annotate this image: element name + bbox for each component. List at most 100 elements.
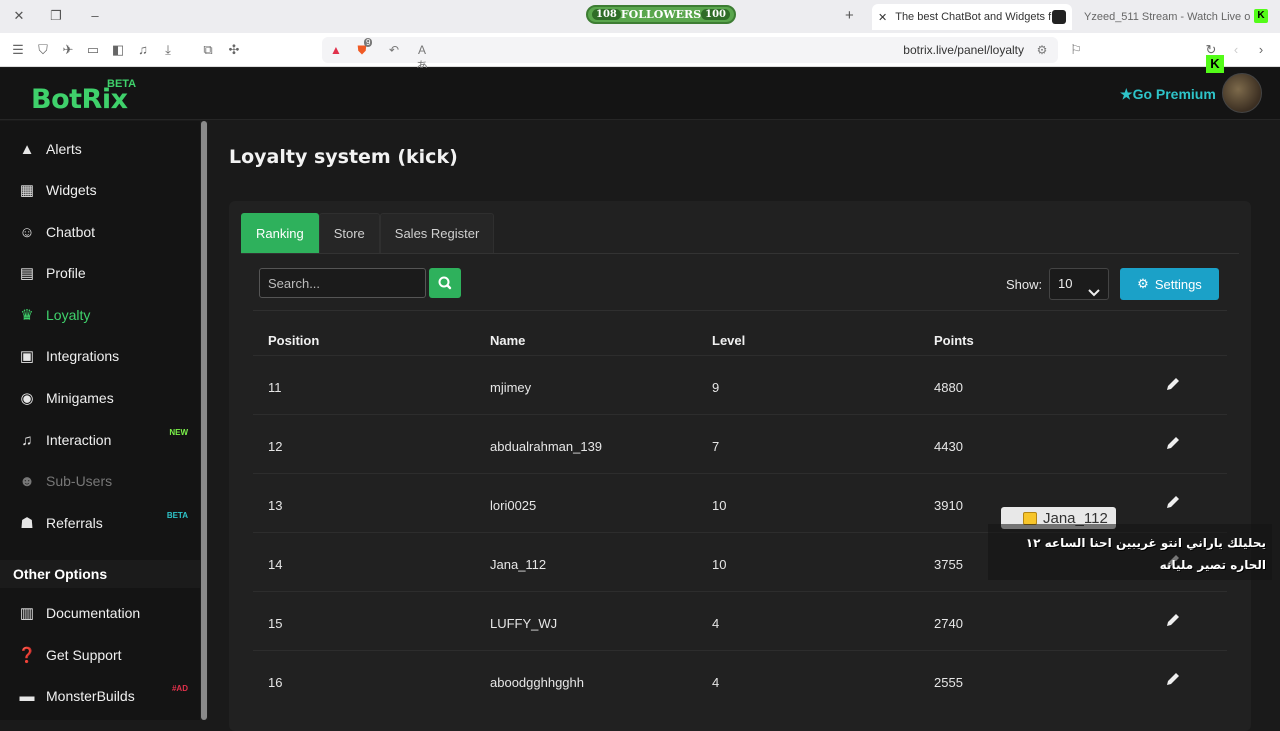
download-icon[interactable]: ⤓ [160,42,176,58]
bookmark-icon[interactable]: ⚐ [1068,42,1084,58]
page-title: Loyalty system (kick) [229,146,458,168]
sidebar-item-referrals[interactable]: ☗ Referrals BETA [0,503,200,543]
column-header-points[interactable]: Points [934,333,974,348]
sidebar-item-minigames[interactable]: ◉ Minigames [0,378,200,418]
table-row: 12 abdualrahman_139 7 4430 [253,414,1227,473]
minimize-window-icon[interactable]: – [86,7,104,25]
triangle-icon[interactable]: ▲ [328,42,344,58]
cell-name: LUFFY_WJ [490,616,558,631]
cell-position: 16 [268,675,283,690]
user-avatar[interactable] [1222,73,1262,113]
cell-level: 10 [712,498,727,513]
page-size-select[interactable]: 10 [1049,268,1109,300]
followers-counter: 108 FOLLOWERS 100 [586,5,736,24]
cell-name: aboodgghhgghh [490,675,584,690]
column-header-position[interactable]: Position [268,333,319,348]
sidebar-item-label: MonsterBuilds [46,688,135,704]
integrations-icon: ▣ [19,348,35,365]
sidebar-item-label: Interaction [46,432,112,448]
search-input[interactable] [259,268,426,298]
sidebar-item-interaction[interactable]: ♫ Interaction NEW [0,420,200,460]
sidebar-item-get-support[interactable]: ❓ Get Support [0,635,200,675]
browser-tabbar: ✕ ❐ – 108 FOLLOWERS 100 + ✕ The best Cha… [0,0,1280,33]
profile-icon: ▤ [19,265,35,282]
cell-position: 12 [268,439,283,454]
extensions-icon[interactable]: ✣ [226,42,242,58]
sidebar-item-integrations[interactable]: ▣ Integrations [0,336,200,376]
sidebar-item-monsterbuilds[interactable]: ▬ MonsterBuilds #AD [0,676,200,716]
sidebar-item-alerts[interactable]: ▲ Alerts [0,129,200,169]
sidebar-item-label: Profile [46,265,86,281]
new-badge: NEW [169,428,188,437]
tab-sales-register[interactable]: Sales Register [379,213,495,253]
sidebar-item-label: Widgets [46,182,97,198]
other-options-heading: Other Options [0,560,200,588]
edit-pencil-icon[interactable] [1163,374,1183,394]
close-tab-icon[interactable]: ✕ [878,11,887,24]
menu-icon[interactable]: ☰ [10,42,26,58]
cell-level: 10 [712,557,727,572]
back-icon[interactable]: ‹ [1228,42,1244,58]
kick-favicon-icon: K [1254,9,1268,23]
kick-badge-icon: K [1206,55,1224,73]
back-history-icon[interactable]: ↶ [386,42,402,58]
sidebar-item-label: Documentation [46,605,141,621]
pin-icon[interactable]: ✈ [60,42,76,58]
sidebar-item-widgets[interactable]: ▦ Widgets [0,170,200,210]
edit-pencil-icon[interactable] [1163,669,1183,689]
chevron-down-icon [1088,279,1100,309]
restore-window-icon[interactable]: ❐ [47,7,65,25]
settings-button[interactable]: ⚙ Settings [1120,268,1219,300]
wallet-icon[interactable]: ▭ [85,42,101,58]
forward-icon[interactable]: › [1253,42,1269,58]
cell-position: 13 [268,498,283,513]
cell-level: 4 [712,675,720,690]
loyalty-tabs: Ranking Store Sales Register [241,213,495,253]
music-icon: ♫ [21,431,33,449]
users-icon: ☻ [19,472,35,490]
sidebar-item-profile[interactable]: ▤ Profile [0,253,200,293]
star-icon: ★ [1120,86,1133,102]
table-row: 16 aboodgghhgghh 4 2555 [253,650,1227,709]
screenshot-icon[interactable]: ⧉ [200,42,216,58]
tabs-divider [241,253,1239,254]
site-settings-icon[interactable]: ⚙ [1034,42,1050,58]
main-content: Loyalty system (kick) Ranking Store Sale… [208,121,1280,731]
edit-pencil-icon[interactable] [1163,610,1183,630]
cell-points: 3910 [934,498,963,513]
search-button[interactable] [429,268,461,298]
sidebar-item-label: Loyalty [46,307,91,323]
go-premium-link[interactable]: ★Go Premium [1120,86,1216,103]
address-bar[interactable]: ▲ ⛊ 9 ↶ Aあ botrix.live/panel/loyalty ⚙ [322,37,1058,73]
sidebar-scrollbar-thumb[interactable] [201,121,207,720]
translate-icon[interactable]: Aあ [414,42,430,73]
column-header-level[interactable]: Level [712,333,745,348]
url-text[interactable]: botrix.live/panel/loyalty [903,43,1024,57]
edit-pencil-icon[interactable] [1163,433,1183,453]
robot-icon: ☺ [19,223,35,241]
book-icon: ▥ [19,605,35,622]
sidebar-item-loyalty[interactable]: ♛ Loyalty [0,295,200,335]
sidebar-item-chatbot[interactable]: ☺ Chatbot [0,212,200,252]
music-note-icon[interactable]: ♫ [135,42,151,58]
tab-botrix[interactable]: ✕ The best ChatBot and Widgets f [872,4,1072,30]
tab-ranking[interactable]: Ranking [241,213,319,253]
cell-position: 14 [268,557,283,572]
gamepad-icon: ◉ [20,390,34,407]
cell-points: 3755 [934,557,963,572]
cell-level: 7 [712,439,720,454]
page-size-value: 10 [1058,276,1073,291]
tab-store[interactable]: Store [318,213,380,253]
cell-name: lori0025 [490,498,537,513]
column-header-name[interactable]: Name [490,333,525,348]
sidebar-item-sub-users[interactable]: ☻ Sub-Users [0,461,200,501]
new-tab-icon[interactable]: + [845,7,854,24]
sidebar-item-documentation[interactable]: ▥ Documentation [0,593,200,633]
table-row: 11 mjimey 9 4880 [253,355,1227,414]
shield-icon[interactable]: ⛉ [35,42,51,58]
edit-pencil-icon[interactable] [1163,492,1183,512]
close-window-icon[interactable]: ✕ [10,7,28,25]
shield-count-badge: 9 [364,38,373,47]
sidebar-icon[interactable]: ◧ [110,42,126,58]
tab-kick-stream[interactable]: Yzeed_511 Stream - Watch Live on K [1080,4,1250,30]
